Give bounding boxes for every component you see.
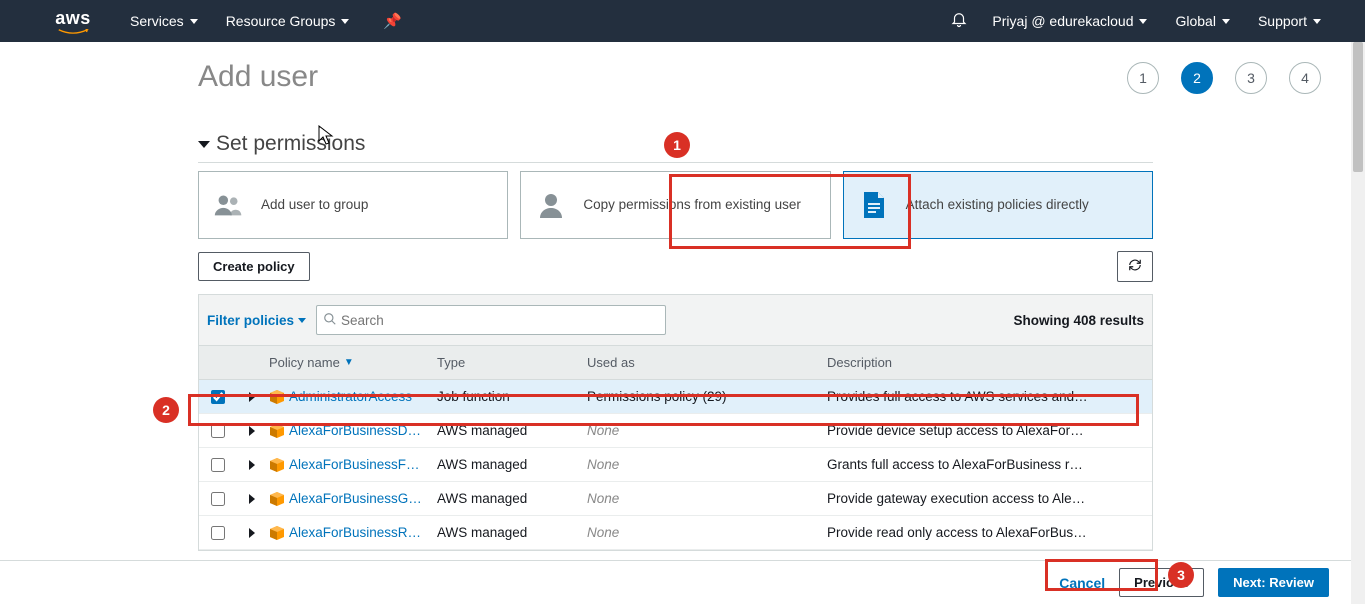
policy-used-as: None xyxy=(587,491,827,506)
caret-down-icon xyxy=(1139,19,1147,24)
policy-used-as: Permissions policy (29) xyxy=(587,389,827,404)
mouse-cursor-icon xyxy=(318,125,334,145)
row-checkbox[interactable] xyxy=(211,492,225,506)
sort-icon: ▼ xyxy=(344,357,354,368)
policy-used-as: None xyxy=(587,457,827,472)
chevron-down-icon xyxy=(198,141,210,148)
wizard-footer: Cancel Previous Next: Review xyxy=(0,560,1365,604)
pin-icon[interactable]: 📌 xyxy=(383,12,402,30)
wizard-step-2[interactable]: 2 xyxy=(1181,62,1213,94)
wizard-step-1[interactable]: 1 xyxy=(1127,62,1159,94)
policy-type: Job function xyxy=(437,389,587,404)
filter-policies-dropdown[interactable]: Filter policies xyxy=(207,313,306,328)
permission-options: Add user to group Copy permissions from … xyxy=(198,171,1153,239)
policy-type: AWS managed xyxy=(437,423,587,438)
chevron-right-icon xyxy=(249,426,255,436)
expand-row-button[interactable] xyxy=(235,426,269,436)
top-nav: aws Services Resource Groups 📌 Priyaj @ … xyxy=(0,0,1365,42)
cancel-button[interactable]: Cancel xyxy=(1059,575,1105,591)
table-row[interactable]: AlexaForBusinessF…AWS managedNoneGrants … xyxy=(199,448,1152,482)
option-add-to-group[interactable]: Add user to group xyxy=(198,171,508,239)
page-body: Add user 1234 Set permissions Add user t… xyxy=(0,42,1351,560)
policy-description: Provide read only access to AlexaForBus… xyxy=(827,525,1147,540)
vertical-scrollbar[interactable] xyxy=(1351,42,1365,604)
chevron-right-icon xyxy=(249,494,255,504)
row-checkbox[interactable] xyxy=(211,390,225,404)
page-title: Add user xyxy=(198,60,1153,94)
policy-description: Provides full access to AWS services and… xyxy=(827,389,1147,404)
nav-services[interactable]: Services xyxy=(130,13,198,29)
table-row[interactable]: AlexaForBusinessR…AWS managedNoneProvide… xyxy=(199,516,1152,550)
policy-name-link[interactable]: AlexaForBusinessG… xyxy=(269,491,437,506)
policy-used-as: None xyxy=(587,525,827,540)
expand-row-button[interactable] xyxy=(235,494,269,504)
search-input[interactable] xyxy=(341,313,659,328)
annotation-badge-2: 2 xyxy=(153,397,179,423)
nav-support[interactable]: Support xyxy=(1258,13,1321,29)
policy-used-as: None xyxy=(587,423,827,438)
policy-name-link[interactable]: AlexaForBusinessD… xyxy=(269,423,437,438)
section-title: Set permissions xyxy=(216,132,365,156)
caret-down-icon xyxy=(1313,19,1321,24)
chevron-right-icon xyxy=(249,528,255,538)
create-policy-button[interactable]: Create policy xyxy=(198,252,310,281)
wizard-step-3[interactable]: 3 xyxy=(1235,62,1267,94)
table-row[interactable]: AdministratorAccessJob functionPermissio… xyxy=(199,380,1152,414)
nav-account[interactable]: Priyaj @ edurekacloud xyxy=(992,13,1147,29)
caret-down-icon xyxy=(341,19,349,24)
table-row[interactable]: AlexaForBusinessD…AWS managedNoneProvide… xyxy=(199,414,1152,448)
document-icon xyxy=(856,190,892,220)
caret-down-icon xyxy=(298,318,306,323)
col-used-as[interactable]: Used as xyxy=(587,355,827,370)
expand-row-button[interactable] xyxy=(235,528,269,538)
option-label: Attach existing policies directly xyxy=(906,196,1089,214)
chevron-right-icon xyxy=(249,460,255,470)
option-attach-policies[interactable]: Attach existing policies directly xyxy=(843,171,1153,239)
option-copy-permissions[interactable]: Copy permissions from existing user xyxy=(520,171,830,239)
option-label: Add user to group xyxy=(261,196,368,214)
aws-logo[interactable]: aws xyxy=(52,8,94,35)
next-review-button[interactable]: Next: Review xyxy=(1218,568,1329,597)
notifications-icon[interactable] xyxy=(950,10,968,33)
expand-row-button[interactable] xyxy=(235,460,269,470)
policy-type: AWS managed xyxy=(437,457,587,472)
policy-type: AWS managed xyxy=(437,525,587,540)
policy-table: Filter policies Showing 408 results Poli… xyxy=(198,294,1153,551)
col-policy-name[interactable]: Policy name ▼ xyxy=(269,355,437,370)
col-type[interactable]: Type xyxy=(437,355,587,370)
table-row[interactable]: AlexaForBusinessG…AWS managedNoneProvide… xyxy=(199,482,1152,516)
option-label: Copy permissions from existing user xyxy=(583,196,801,214)
results-count: Showing 408 results xyxy=(1013,313,1144,328)
search-icon xyxy=(323,312,337,329)
refresh-button[interactable] xyxy=(1117,251,1153,282)
expand-row-button[interactable] xyxy=(235,392,269,402)
row-checkbox[interactable] xyxy=(211,424,225,438)
policy-type: AWS managed xyxy=(437,491,587,506)
policy-name-link[interactable]: AlexaForBusinessF… xyxy=(269,457,437,472)
caret-down-icon xyxy=(190,19,198,24)
policy-name-link[interactable]: AdministratorAccess xyxy=(269,389,437,404)
wizard-step-4[interactable]: 4 xyxy=(1289,62,1321,94)
annotation-badge-1: 1 xyxy=(664,132,690,158)
group-icon xyxy=(211,190,247,220)
wizard-steps: 1234 xyxy=(1127,62,1321,94)
table-header: Policy name ▼ Type Used as Description xyxy=(199,346,1152,380)
search-box[interactable] xyxy=(316,305,666,335)
row-checkbox[interactable] xyxy=(211,526,225,540)
caret-down-icon xyxy=(1222,19,1230,24)
policy-description: Provide gateway execution access to Ale… xyxy=(827,491,1147,506)
policy-name-link[interactable]: AlexaForBusinessR… xyxy=(269,525,437,540)
nav-resource-groups[interactable]: Resource Groups xyxy=(226,13,350,29)
chevron-right-icon xyxy=(249,392,255,402)
policy-description: Grants full access to AlexaForBusiness r… xyxy=(827,457,1147,472)
user-icon xyxy=(533,190,569,220)
annotation-badge-3: 3 xyxy=(1168,562,1194,588)
nav-region[interactable]: Global xyxy=(1175,13,1229,29)
row-checkbox[interactable] xyxy=(211,458,225,472)
col-description[interactable]: Description xyxy=(827,355,1147,370)
policy-description: Provide device setup access to AlexaFor… xyxy=(827,423,1147,438)
